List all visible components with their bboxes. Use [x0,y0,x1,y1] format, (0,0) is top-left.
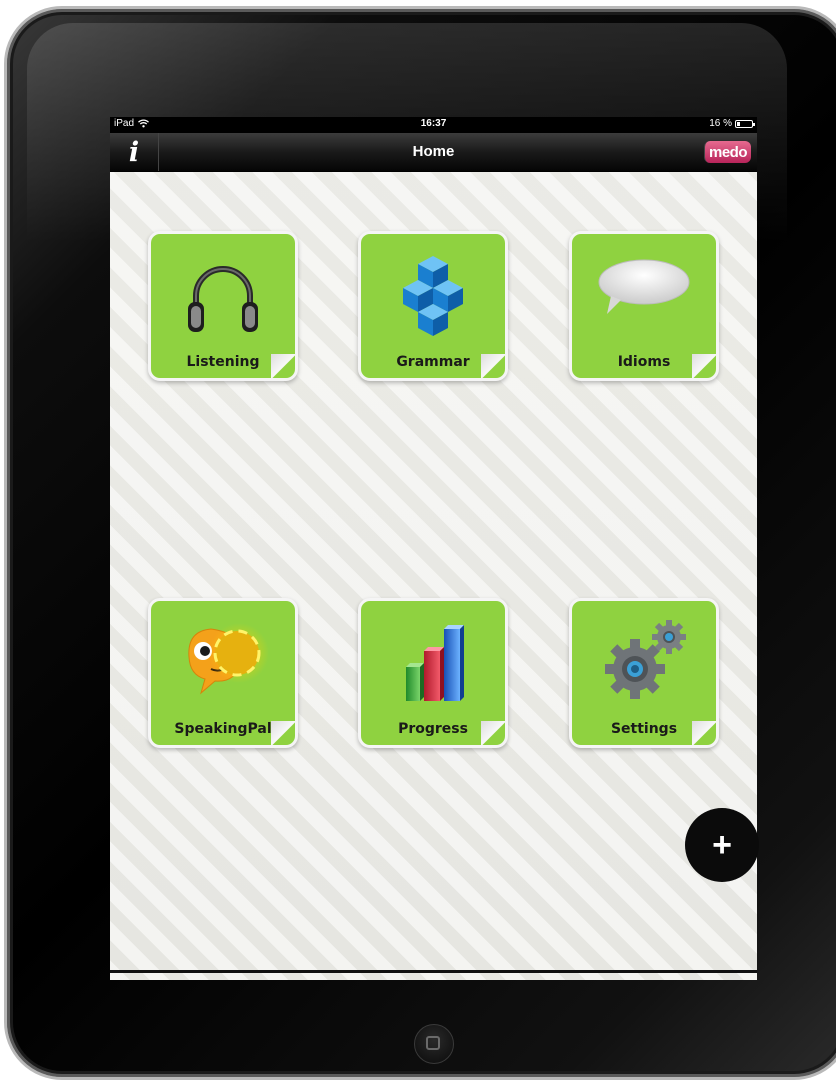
add-button[interactable]: + [685,808,759,882]
speech-bubble-icon [598,259,690,314]
headphones-icon [188,266,258,332]
home-square-icon [426,1036,440,1050]
tile-grammar[interactable]: Grammar [358,231,508,381]
plus-icon: + [712,825,732,864]
tile-listening[interactable]: Listening [148,231,298,381]
battery-icon [735,119,755,128]
page-curl [692,721,716,745]
status-bar: iPad 16:37 16 % [110,117,757,133]
page-curl [271,354,295,378]
status-time: 16:37 [420,118,447,129]
gears-icon [605,620,686,699]
medo-logo-text: medo [708,143,748,161]
tile-progress[interactable]: Progress [358,598,508,748]
medo-logo[interactable]: medo [703,141,751,163]
tile-settings[interactable]: Settings [569,598,719,748]
cubes-icon [403,256,463,336]
home-button[interactable] [414,1024,454,1064]
speakingpal-icon [188,623,269,695]
page-curl [481,354,505,378]
tile-idioms[interactable]: Idioms [569,231,719,381]
page-curl [481,721,505,745]
page-curl [692,354,716,378]
page-curl [271,721,295,745]
tile-speakingpal[interactable]: SpeakingPal [148,598,298,748]
bottom-divider [110,970,757,973]
battery-percent: 16 % [709,118,732,129]
app-screen: iPad 16:37 16 % i Home medo Listening Gr… [110,117,757,980]
page-title: Home [412,143,455,160]
navigation-bar: i Home medo [110,133,757,172]
bar-chart-icon [406,625,464,701]
